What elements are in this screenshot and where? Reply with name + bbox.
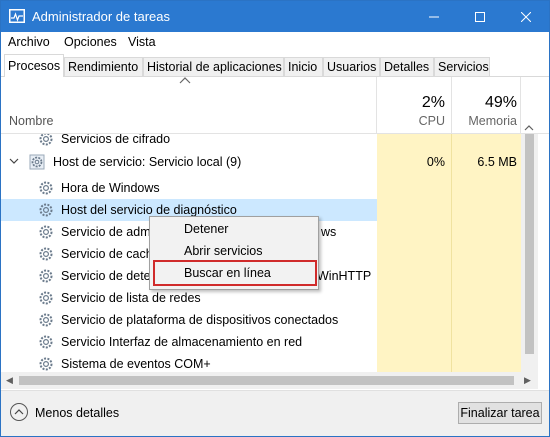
process-label: Servicio de detec <box>61 269 157 283</box>
service-host-group-row[interactable]: Host de servicio: Servicio local (9) 0% … <box>1 151 521 173</box>
close-button[interactable] <box>503 1 549 32</box>
process-label-tail: ws <box>321 225 337 239</box>
process-label-tail: WinHTTP <box>317 269 372 283</box>
process-label: Host de servicio: Servicio local (9) <box>53 155 242 169</box>
gear-icon <box>39 291 53 305</box>
tab-rendimiento[interactable]: Rendimiento <box>64 57 143 76</box>
process-label: Hora de Windows <box>61 181 160 195</box>
menu-opciones[interactable]: Opciones <box>64 35 117 49</box>
process-label: Servicio de cache <box>61 247 160 261</box>
context-item-detener[interactable]: Detener <box>184 222 228 236</box>
footer-bar: Menos detalles Finalizar tarea <box>1 390 549 436</box>
gear-icon <box>39 225 53 239</box>
menu-bar: Archivo Opciones Vista <box>1 32 549 53</box>
cpu-total: 2% <box>421 94 445 111</box>
maximize-button[interactable] <box>457 1 503 32</box>
gear-icon <box>39 247 53 261</box>
highlight-box <box>153 260 317 286</box>
gear-icon <box>39 203 53 217</box>
column-nombre[interactable]: Nombre <box>9 114 53 128</box>
close-icon <box>521 11 531 22</box>
minimize-button[interactable] <box>411 1 457 32</box>
minimize-icon <box>429 16 439 17</box>
horizontal-scrollbar[interactable]: ◀ ▶ <box>1 372 538 389</box>
list-item[interactable]: Servicio de lista de redes <box>1 287 521 309</box>
gear-icon <box>39 313 53 327</box>
context-item-abrir-servicios[interactable]: Abrir servicios <box>184 244 263 258</box>
list-item[interactable]: Servicio de plataforma de dispositivos c… <box>1 309 521 331</box>
process-label: Servicio de admi <box>61 225 154 239</box>
list-item[interactable]: Servicios de cifrado <box>1 134 521 150</box>
gear-icon <box>39 181 53 195</box>
cpu-value: 0% <box>426 155 445 169</box>
process-label: Servicio de lista de redes <box>61 291 201 305</box>
process-label: Servicios de cifrado <box>61 134 171 146</box>
task-manager-window: Administrador de tareas Archivo Opciones… <box>0 0 550 437</box>
process-label: Servicio Interfaz de almacenamiento en r… <box>61 335 303 349</box>
horizontal-scroll-thumb[interactable] <box>19 376 514 385</box>
gear-icon <box>39 357 53 371</box>
column-header: Nombre 2% CPU 49% Memoria <box>1 77 549 134</box>
task-manager-icon <box>9 9 25 23</box>
chevron-down-icon[interactable] <box>9 156 19 166</box>
tab-inicio[interactable]: Inicio <box>284 57 323 76</box>
end-task-button[interactable]: Finalizar tarea <box>458 402 542 424</box>
sort-ascending-icon[interactable] <box>177 75 193 85</box>
tab-detalles[interactable]: Detalles <box>380 57 434 76</box>
fewer-details-link[interactable]: Menos detalles <box>35 406 119 420</box>
memory-total: 49% <box>484 94 517 111</box>
title-bar[interactable]: Administrador de tareas <box>1 1 549 32</box>
chevron-up-circle-icon[interactable] <box>10 403 28 421</box>
tab-procesos[interactable]: Procesos <box>4 54 64 77</box>
tab-historial[interactable]: Historial de aplicaciones <box>143 57 284 76</box>
scroll-right-icon[interactable]: ▶ <box>524 375 531 386</box>
tab-usuarios[interactable]: Usuarios <box>323 57 380 76</box>
vertical-scroll-thumb[interactable] <box>525 134 534 354</box>
tab-servicios[interactable]: Servicios <box>434 57 490 76</box>
gear-icon <box>39 134 53 146</box>
scroll-up-arrow-icon[interactable] <box>521 123 537 133</box>
column-cpu[interactable]: CPU <box>379 114 445 128</box>
column-memoria[interactable]: Memoria <box>453 114 517 128</box>
tab-bar: Procesos Rendimiento Historial de aplica… <box>1 54 549 77</box>
memory-value: 6.5 MB <box>477 155 517 169</box>
list-item[interactable]: Servicio Interfaz de almacenamiento en r… <box>1 331 521 353</box>
list-item[interactable]: Sistema de eventos COM+ <box>1 353 521 372</box>
process-label: Host del servicio de diagnóstico <box>61 203 237 217</box>
menu-archivo[interactable]: Archivo <box>8 35 50 49</box>
gear-icon <box>39 335 53 349</box>
menu-vista[interactable]: Vista <box>128 35 156 49</box>
process-label: Sistema de eventos COM+ <box>61 357 211 371</box>
list-item[interactable]: Hora de Windows <box>1 177 521 199</box>
process-label: Servicio de plataforma de dispositivos c… <box>61 313 339 327</box>
window-title: Administrador de tareas <box>32 9 171 24</box>
vertical-scrollbar[interactable] <box>521 134 538 372</box>
maximize-icon <box>475 11 485 22</box>
gear-icon <box>39 269 53 283</box>
scroll-left-icon[interactable]: ◀ <box>6 375 13 386</box>
service-host-icon <box>29 154 45 170</box>
